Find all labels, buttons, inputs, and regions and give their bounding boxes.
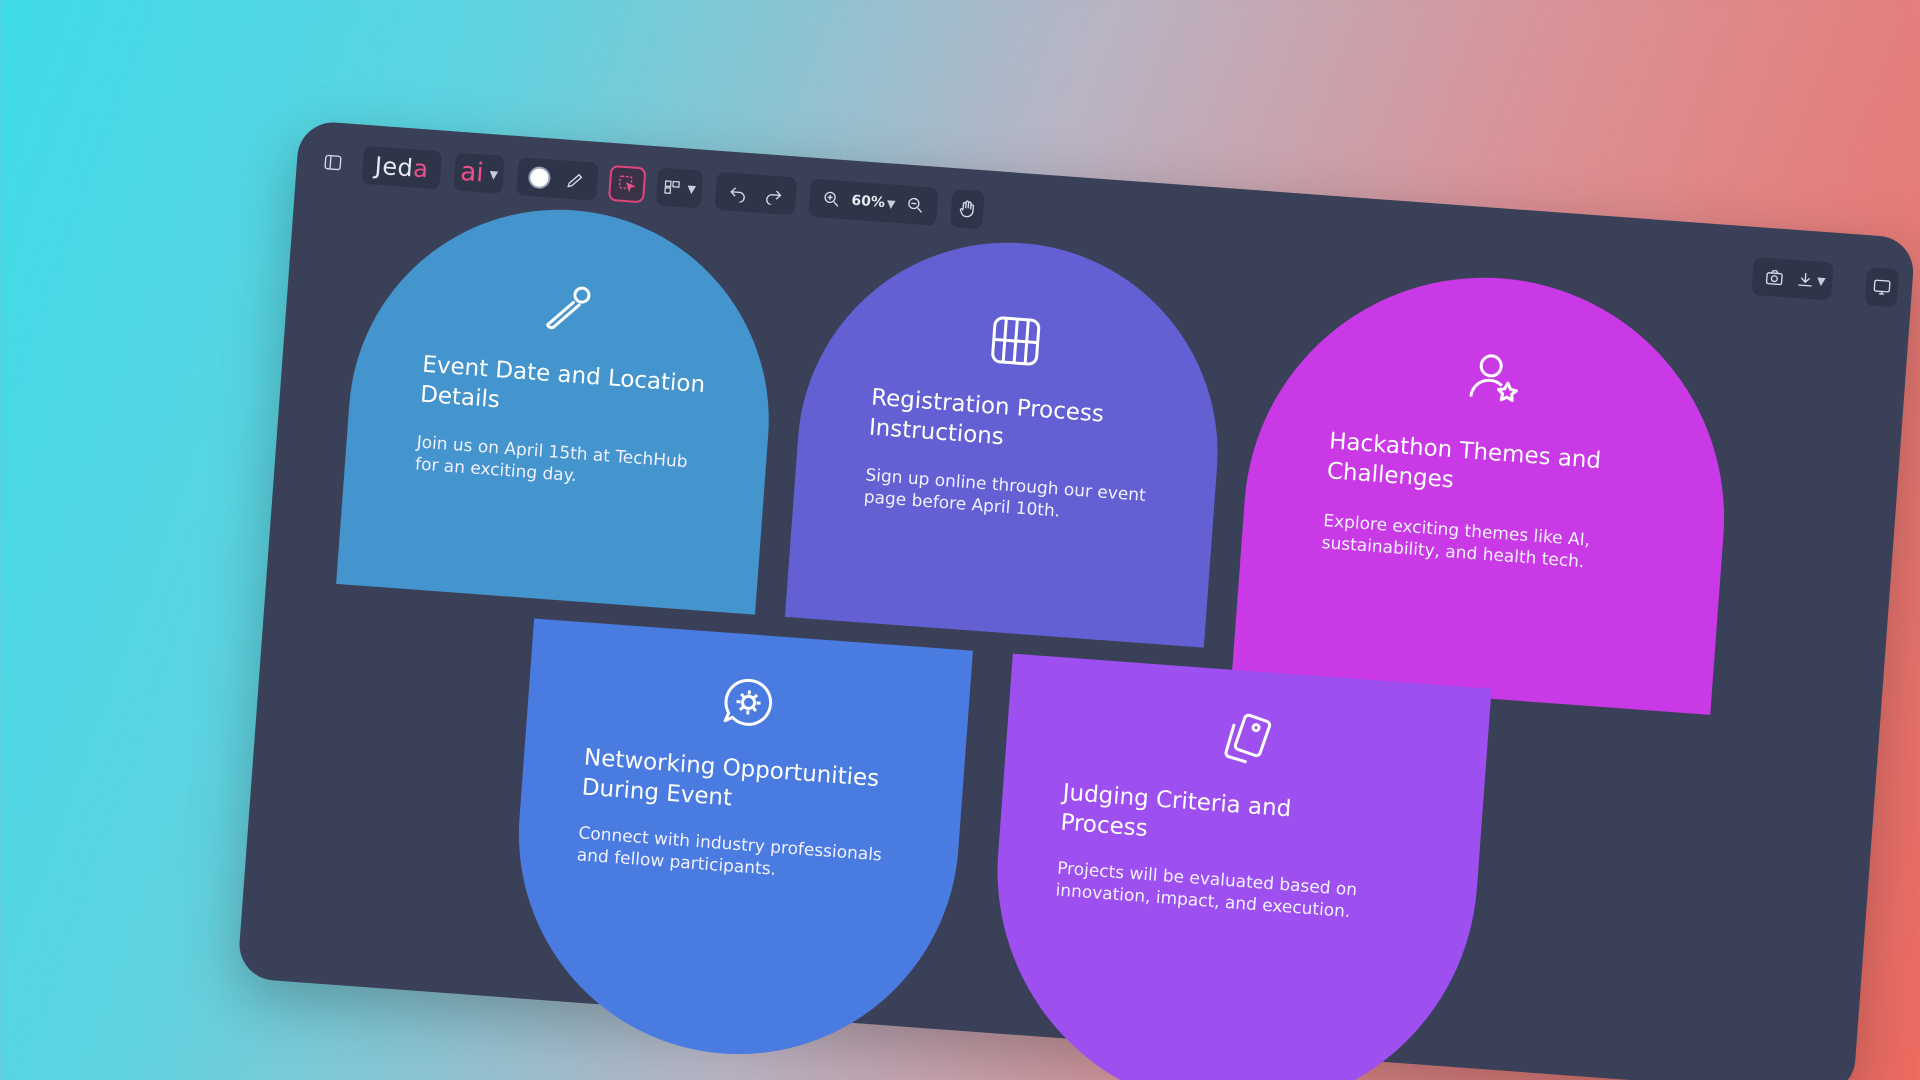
card-description: Join us on April 15th at TechHub for an … [414,432,689,487]
select-tool-button[interactable] [608,164,647,204]
screenshot-button[interactable] [1757,260,1791,294]
present-icon [1873,279,1891,295]
brand-name: Jed [373,151,415,183]
select-cursor-icon [619,175,637,193]
card-title: Judging Criteria and Process [1059,779,1293,842]
hand-icon [959,200,974,218]
card-themes[interactable]: Hackathon Themes and Challenges Explore … [1231,260,1741,715]
pan-tool-button[interactable] [949,188,985,230]
safety-pin-icon [537,278,597,338]
zoom-group: 60% ▼ [808,178,939,226]
user-star-icon [1464,346,1524,406]
zoom-in-button[interactable] [814,182,848,216]
redo-button[interactable] [757,178,791,212]
undo-button[interactable] [721,175,755,209]
chevron-down-icon: ▼ [1816,274,1827,288]
layout-grid-icon [986,311,1046,371]
redo-icon [766,190,782,206]
ai-logo: ai [459,156,485,189]
card-title: Hackathon Themes and Challenges [1326,428,1602,494]
card-event-date[interactable]: Event Date and Location Details Join us … [336,194,784,615]
color-swatch [528,165,552,190]
card-description: Projects will be evaluated based on inno… [1054,858,1358,923]
draw-tools-group [516,157,600,201]
undo-icon [730,187,745,203]
zoom-out-button[interactable] [898,188,932,222]
tag-cards-icon [1217,709,1277,769]
card-registration[interactable]: Registration Process Instructions Sign u… [784,227,1233,648]
card-judging[interactable]: Judging Criteria and Process Projects wi… [980,653,1492,1080]
download-icon [1797,272,1812,287]
chevron-down-icon: ▼ [886,196,896,211]
camera-icon [1765,269,1783,286]
color-picker-button[interactable] [523,161,557,195]
brand-accent: a [412,154,430,184]
pen-tool-button[interactable] [559,163,593,197]
canvas-window: Jeda ai ▼ ▼ 60% ▼ ▼ Event Date and Locat… [237,120,1916,1080]
export-toolbar: ▼ [1751,256,1834,301]
zoom-level: 60% [850,192,886,212]
card-title: Registration Process Instructions [868,384,1105,451]
zoom-level-dropdown[interactable]: 60% ▼ [850,185,896,220]
card-description: Sign up online through our event page be… [863,465,1147,522]
chevron-down-icon: ▼ [686,182,697,196]
gear-chat-icon [719,672,779,732]
card-description: Connect with industry professionals and … [576,823,883,880]
history-group [714,171,798,216]
zoom-out-icon [908,197,922,213]
brand-logo[interactable]: Jeda [361,145,442,190]
chevron-down-icon: ▼ [489,167,499,182]
ai-menu-button[interactable]: ai ▼ [453,152,506,195]
export-group: ▼ [1751,256,1834,301]
layout-icon [664,180,681,194]
layout-menu-button[interactable]: ▼ [656,167,704,209]
card-title: Networking Opportunities During Event [580,744,881,812]
card-networking[interactable]: Networking Opportunities During Event Co… [503,618,973,1070]
top-toolbar: Jeda ai ▼ ▼ 60% ▼ [316,141,985,230]
zoom-in-icon [824,191,839,207]
sidebar-toggle-icon[interactable] [316,145,350,179]
present-button[interactable] [1864,267,1900,308]
download-button[interactable]: ▼ [1793,263,1827,297]
card-title: Event Date and Location Details [419,351,706,414]
card-description: Explore exciting themes like AI, sustain… [1321,511,1591,573]
pen-icon [567,173,583,188]
